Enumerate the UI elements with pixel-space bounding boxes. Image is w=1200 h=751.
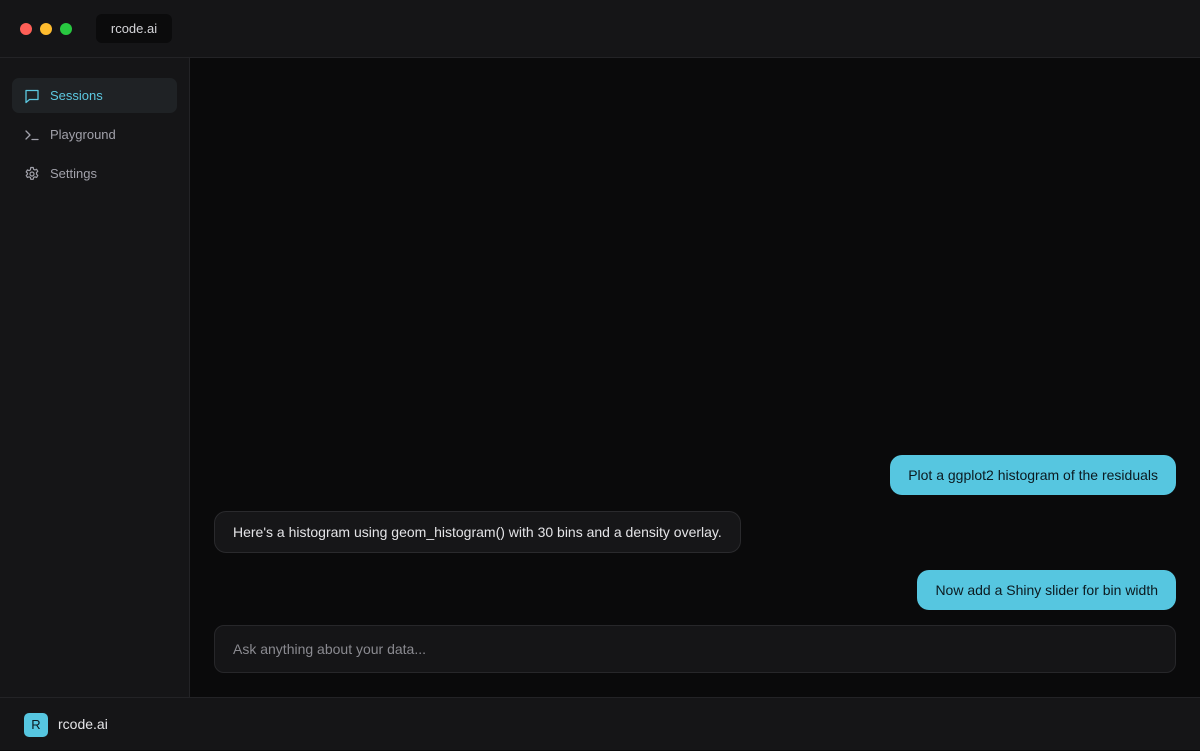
sidebar-item-label: Playground xyxy=(50,127,116,142)
sidebar-item-playground[interactable]: Playground xyxy=(12,117,177,152)
terminal-icon xyxy=(24,127,40,143)
assistant-message: Here's a histogram using geom_histogram(… xyxy=(214,511,741,553)
user-message: Plot a ggplot2 histogram of the residual… xyxy=(890,455,1176,495)
user-message: Now add a Shiny slider for bin width xyxy=(917,570,1176,610)
chat-input[interactable] xyxy=(215,626,1175,672)
sidebar-item-settings[interactable]: Settings xyxy=(12,156,177,191)
chat-input-container xyxy=(214,625,1176,673)
footer: R rcode.ai xyxy=(0,697,1200,750)
gear-icon xyxy=(24,166,40,182)
tab-rcode[interactable]: rcode.ai xyxy=(96,14,172,43)
sidebar-item-label: Sessions xyxy=(50,88,103,103)
minimize-window-button[interactable] xyxy=(40,23,52,35)
app-name: rcode.ai xyxy=(58,716,108,732)
chat-area: Plot a ggplot2 histogram of the residual… xyxy=(191,58,1200,698)
sidebar: Sessions Playground Settings xyxy=(0,58,190,698)
sidebar-item-label: Settings xyxy=(50,166,97,181)
maximize-window-button[interactable] xyxy=(60,23,72,35)
app-logo: R xyxy=(24,713,48,737)
close-window-button[interactable] xyxy=(20,23,32,35)
chat-bubble-icon xyxy=(24,88,40,104)
sidebar-item-sessions[interactable]: Sessions xyxy=(12,78,177,113)
title-bar: rcode.ai xyxy=(0,0,1200,58)
